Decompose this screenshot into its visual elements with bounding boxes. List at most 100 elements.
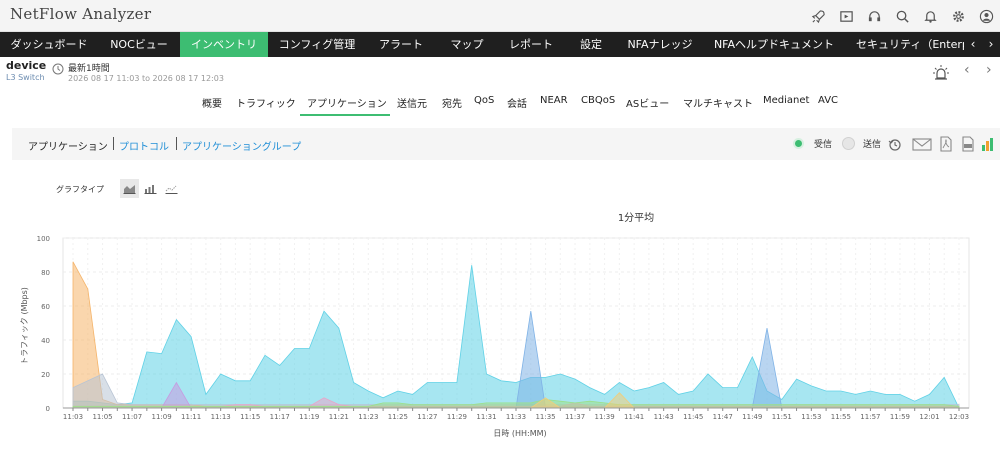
chart-title: 1分平均 xyxy=(618,212,654,224)
chart-x-tick-label: 11:03 xyxy=(63,413,83,421)
panel-tab-protocol[interactable]: プロトコル xyxy=(119,138,169,153)
subtab-qos[interactable]: QoS xyxy=(474,95,494,106)
chart-x-tick-label: 11:27 xyxy=(417,413,437,421)
nav-item-security[interactable]: セキュリティ（Enterpris xyxy=(846,32,964,57)
chart-x-tick-label: 11:17 xyxy=(270,413,290,421)
chart-y-axis-label: トラフィック (Mbps) xyxy=(20,287,29,365)
chart-y-tick-label: 80 xyxy=(41,269,50,277)
search-icon[interactable] xyxy=(888,0,916,32)
pdf-icon[interactable] xyxy=(938,136,954,152)
chart-x-tick-label: 11:31 xyxy=(476,413,496,421)
time-period-selector[interactable]: 最新1時間 xyxy=(68,61,110,74)
subtab-as-view[interactable]: ASビュー xyxy=(626,95,669,110)
nav-item-alarms[interactable]: アラート xyxy=(366,32,436,57)
active-subtab-indicator xyxy=(300,114,390,116)
panel-tab-separator xyxy=(176,137,177,150)
app-window: NetFlow Analyzer ダッシュボード NOCビュー インベントリ コ… xyxy=(0,0,1000,458)
nav-scroll-right-icon[interactable]: › xyxy=(982,32,1000,57)
device-type: L3 Switch xyxy=(6,73,45,82)
subtab-medianet[interactable]: Medianet xyxy=(763,95,809,106)
area-chart-button[interactable] xyxy=(120,179,139,198)
chart-x-tick-label: 11:09 xyxy=(152,413,172,421)
chart-x-axis-label: 日時 (HH:MM) xyxy=(493,429,546,438)
nav-item-settings[interactable]: 設定 xyxy=(564,32,618,57)
chart-x-tick-label: 11:15 xyxy=(240,413,260,421)
csv-icon[interactable] xyxy=(960,136,976,152)
nav-item-nfa-help-docs[interactable]: NFAヘルプドキュメント xyxy=(702,32,846,57)
chart-x-tick-label: 11:55 xyxy=(831,413,851,421)
chart-x-tick-label: 11:07 xyxy=(122,413,142,421)
previous-device-icon[interactable]: ‹ xyxy=(964,62,970,78)
next-device-icon[interactable]: › xyxy=(986,62,992,78)
chart-series-area-0 xyxy=(72,265,960,409)
subtab-near[interactable]: NEAR xyxy=(540,95,568,106)
clock-icon[interactable] xyxy=(52,63,64,75)
chart-x-tick-label: 11:39 xyxy=(595,413,615,421)
subtab-destination[interactable]: 宛先 xyxy=(442,95,462,110)
nav-scroll-left-icon[interactable]: ‹ xyxy=(964,32,982,57)
subtab-traffic[interactable]: トラフィック xyxy=(236,95,296,110)
media-icon[interactable] xyxy=(832,0,860,32)
chart-x-tick-label: 11:19 xyxy=(299,413,319,421)
chart-y-tick-label: 20 xyxy=(41,371,50,379)
nav-item-maps[interactable]: マップ xyxy=(436,32,498,57)
subtab-overview[interactable]: 概要 xyxy=(202,95,222,110)
graph-type-label: グラフタイプ xyxy=(56,185,104,194)
applications-panel-header: アプリケーション プロトコル アプリケーショングループ 受信 送信 xyxy=(12,128,1000,160)
panel-tab-separator xyxy=(113,137,114,150)
headset-icon[interactable] xyxy=(860,0,888,32)
detail-subtabs: 概要 トラフィック アプリケーション 送信元 宛先 QoS 会話 NEAR CB… xyxy=(0,90,1000,116)
chart-x-tick-label: 11:57 xyxy=(860,413,880,421)
subtab-conversation[interactable]: 会話 xyxy=(507,95,527,110)
line-chart-icon xyxy=(165,185,178,194)
legend-out-radio[interactable] xyxy=(842,137,855,150)
chart-x-tick-label: 11:29 xyxy=(447,413,467,421)
nav-item-nfa-knowledge[interactable]: NFAナレッジ xyxy=(618,32,702,57)
bar-chart-icon[interactable] xyxy=(980,136,996,152)
bell-icon[interactable] xyxy=(916,0,944,32)
chart-y-tick-label: 0 xyxy=(46,405,50,413)
chart-x-tick-label: 11:47 xyxy=(713,413,733,421)
chart-x-tick-label: 11:59 xyxy=(890,413,910,421)
legend-in-radio[interactable] xyxy=(793,138,804,149)
subtab-avc[interactable]: AVC xyxy=(818,95,838,106)
user-icon[interactable] xyxy=(972,0,1000,32)
chart-x-tick-label: 12:03 xyxy=(949,413,969,421)
history-icon[interactable] xyxy=(887,136,903,152)
legend-out-label: 送信 xyxy=(863,140,882,150)
nav-item-noc-view[interactable]: NOCビュー xyxy=(98,32,180,57)
panel-tab-applications[interactable]: アプリケーション xyxy=(28,138,108,153)
nav-item-reports[interactable]: レポート xyxy=(498,32,564,57)
chart-x-tick-label: 11:25 xyxy=(388,413,408,421)
main-navigation: ダッシュボード NOCビュー インベントリ コンフィグ管理 アラート マップ レ… xyxy=(0,32,1000,57)
bar-chart-button[interactable] xyxy=(141,179,160,198)
panel-tab-application-group[interactable]: アプリケーショングループ xyxy=(182,138,301,153)
rocket-icon[interactable] xyxy=(804,0,832,32)
chart-x-tick-label: 11:51 xyxy=(772,413,792,421)
chart-x-tick-label: 12:01 xyxy=(919,413,939,421)
chart-x-tick-label: 11:21 xyxy=(329,413,349,421)
chart-x-tick-label: 11:05 xyxy=(92,413,112,421)
subtab-source[interactable]: 送信元 xyxy=(397,95,427,110)
nav-item-dashboard[interactable]: ダッシュボード xyxy=(0,32,98,57)
alarm-icon[interactable] xyxy=(932,63,950,81)
gear-icon[interactable] xyxy=(944,0,972,32)
chart-x-tick-label: 11:23 xyxy=(358,413,378,421)
line-chart-button[interactable] xyxy=(162,179,181,198)
chart-x-tick-label: 11:49 xyxy=(742,413,762,421)
subtab-multicast[interactable]: マルチキャスト xyxy=(683,95,753,110)
chart-y-tick-label: 100 xyxy=(37,235,50,243)
device-header: device L3 Switch 最新1時間 2026 08 17 11:03 … xyxy=(0,57,1000,87)
subtab-cbqos[interactable]: CBQoS xyxy=(581,95,615,106)
chart-x-tick-label: 11:41 xyxy=(624,413,644,421)
mail-icon[interactable] xyxy=(912,136,932,152)
nav-item-config-management[interactable]: コンフィグ管理 xyxy=(268,32,366,57)
subtab-applications[interactable]: アプリケーション xyxy=(307,95,387,110)
chart-x-tick-label: 11:43 xyxy=(654,413,674,421)
nav-item-inventory[interactable]: インベントリ xyxy=(180,32,268,57)
app-title: NetFlow Analyzer xyxy=(10,5,152,23)
nav-scroll-controls: ‹ › xyxy=(964,32,1000,57)
bar-chart-type-icon xyxy=(144,185,157,194)
chart-x-tick-label: 11:35 xyxy=(535,413,555,421)
area-chart-icon xyxy=(123,185,136,194)
